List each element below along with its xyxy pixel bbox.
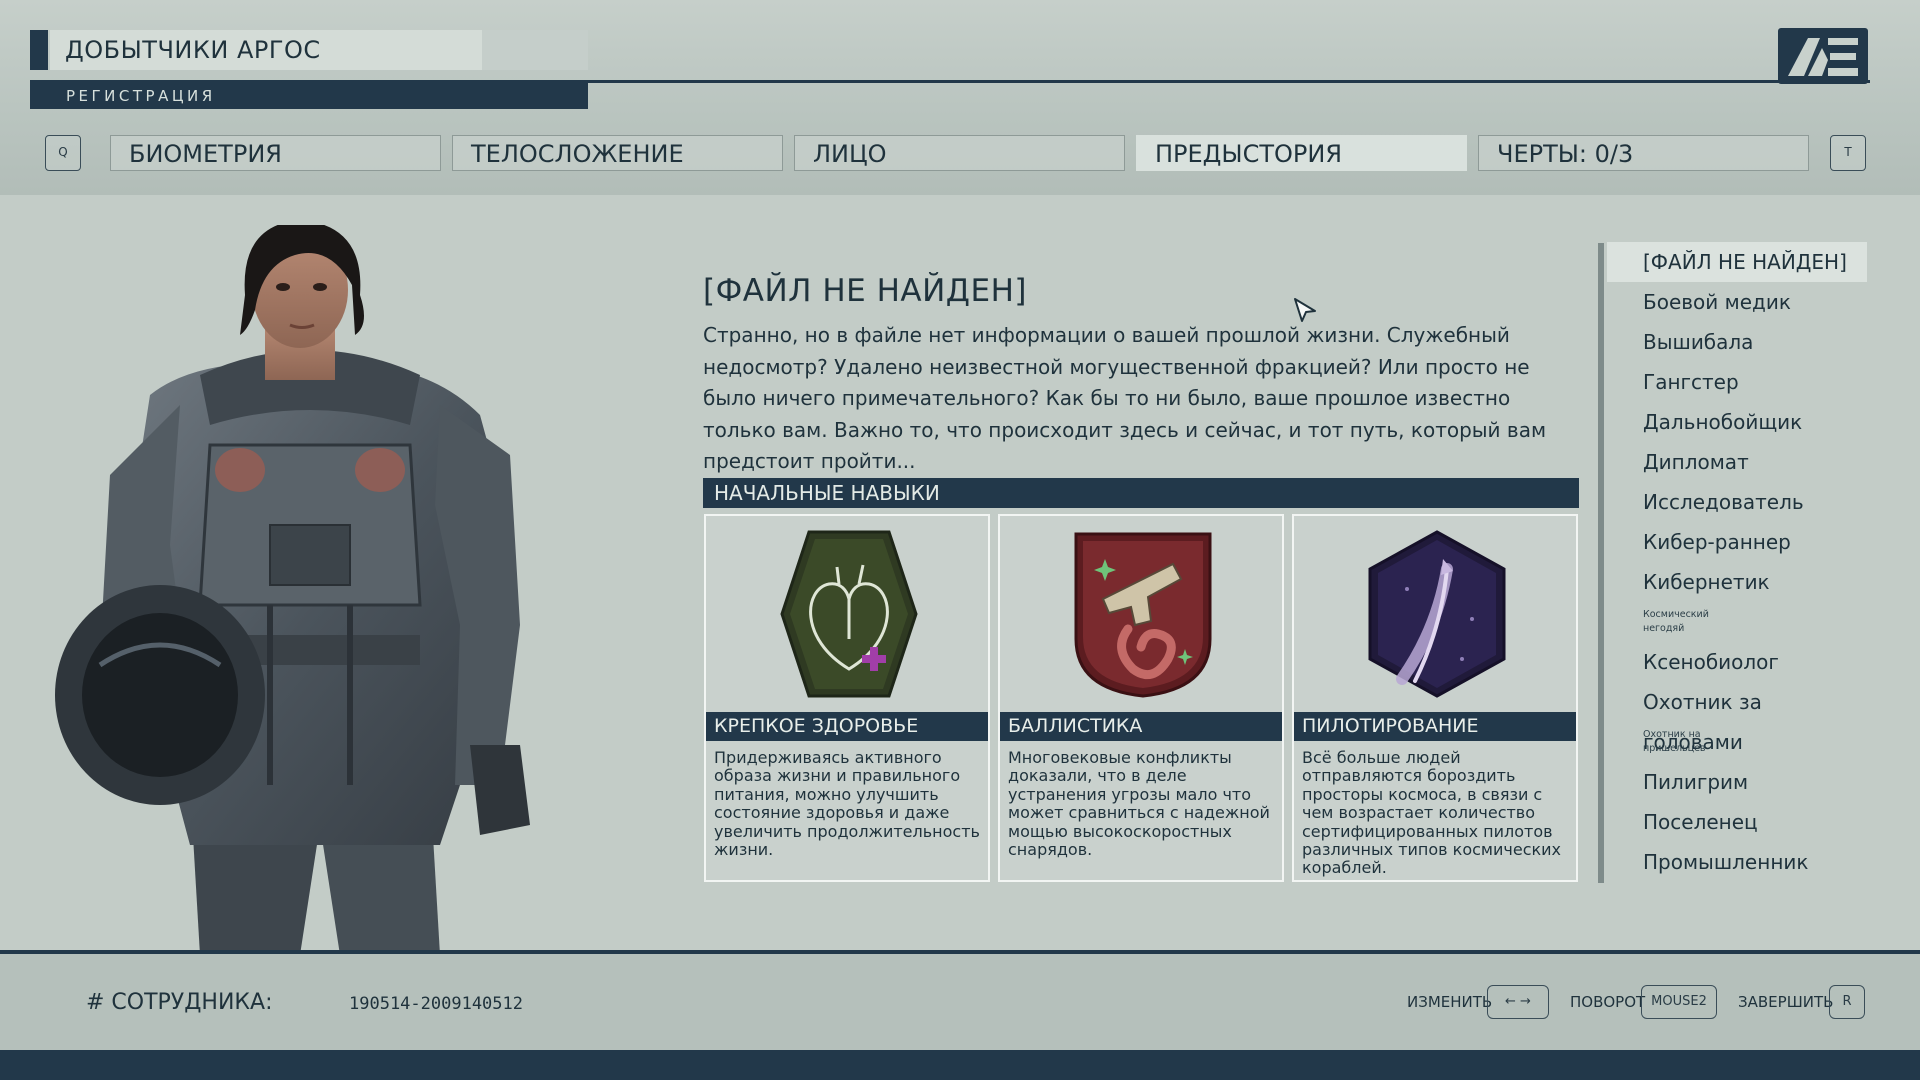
skill-description: Всё больше людей отправляются бороздить … <box>1302 748 1562 878</box>
skill-name: БАЛЛИСТИКА <box>1000 712 1282 741</box>
background-description: Странно, но в файле нет информации о ваш… <box>703 323 1547 473</box>
skill-card-piloting[interactable]: ПИЛОТИРОВАНИЕ Всё больше людей отправляю… <box>1292 514 1578 882</box>
list-item[interactable]: Боевой медик <box>1607 282 1867 322</box>
background-list: [ФАЙЛ НЕ НАЙДЕН] Боевой медик Вышибала Г… <box>1607 242 1867 882</box>
skill-card-fitness[interactable]: КРЕПКОЕ ЗДОРОВЬЕ Придерживаясь активного… <box>704 514 990 882</box>
skill-description: Придерживаясь активного образа жизни и п… <box>714 748 980 860</box>
finish-hint-label: ЗАВЕРШИТЬ <box>1738 993 1834 1011</box>
tab-body[interactable]: ТЕЛОСЛОЖЕНИЕ <box>452 135 783 171</box>
list-item[interactable]: Вышибала <box>1607 322 1867 362</box>
company-name: ДОБЫТЧИКИ АРГОС <box>50 30 482 70</box>
employee-number-label: # СОТРУДНИКА: <box>86 990 273 1015</box>
change-hint-label: ИЗМЕНИТЬ <box>1407 993 1493 1011</box>
mouse-cursor-icon <box>1294 298 1316 322</box>
footer-strip <box>0 1050 1920 1080</box>
list-item[interactable]: Кибернетик <box>1607 562 1867 602</box>
list-item[interactable]: Гангстер <box>1607 362 1867 402</box>
rotate-hint-label: ПОВОРОТ <box>1570 993 1646 1011</box>
rocket-trail-badge-icon <box>1368 530 1506 698</box>
change-arrows-key[interactable]: ← → <box>1487 985 1549 1019</box>
list-item-label: Космический негодяй <box>1643 609 1709 634</box>
next-tab-key-t[interactable]: T <box>1830 135 1866 171</box>
background-title: [ФАЙЛ НЕ НАЙДЕН] <box>703 273 1028 309</box>
list-item[interactable]: Дальнобойщик <box>1607 402 1867 442</box>
list-item[interactable]: Охотник за головами <box>1607 682 1867 754</box>
character-model[interactable] <box>40 225 580 955</box>
tab-background[interactable]: ПРЕДЫСТОРИЯ <box>1136 135 1467 171</box>
list-item[interactable]: Ксенобиолог <box>1607 642 1867 682</box>
starting-skills-header: НАЧАЛЬНЫЕ НАВЫКИ <box>703 478 1579 508</box>
tab-biometrics[interactable]: БИОМЕТРИЯ <box>110 135 441 171</box>
company-name-extension <box>482 30 588 70</box>
list-item[interactable]: Исследователь <box>1607 482 1867 522</box>
header-accent-stripe <box>30 30 48 70</box>
skill-description: Многовековые конфликты доказали, что в д… <box>1008 748 1270 860</box>
list-item[interactable]: Промышленник <box>1607 842 1867 882</box>
list-item[interactable]: Кибер-раннер <box>1607 522 1867 562</box>
list-item[interactable]: Дипломат <box>1607 442 1867 482</box>
list-item[interactable]: Космический негодяй <box>1607 602 1867 642</box>
background-list-scrollbar[interactable] <box>1598 243 1604 883</box>
finish-r-key[interactable]: R <box>1829 985 1865 1019</box>
list-item-file-not-found[interactable]: [ФАЙЛ НЕ НАЙДЕН] <box>1607 242 1867 282</box>
tab-face[interactable]: ЛИЦО <box>794 135 1125 171</box>
prev-tab-key-q[interactable]: Q <box>45 135 81 171</box>
constellation-logo-icon <box>1778 28 1868 84</box>
pistol-badge-icon <box>1074 532 1212 698</box>
list-item[interactable]: Пилигрим <box>1607 762 1867 802</box>
list-item[interactable]: Поселенец <box>1607 802 1867 842</box>
heart-badge-icon <box>780 530 918 698</box>
skill-card-ballistics[interactable]: БАЛЛИСТИКА Многовековые конфликты доказа… <box>998 514 1284 882</box>
rotate-mouse2-key[interactable]: MOUSE2 <box>1641 985 1717 1019</box>
skill-name: ПИЛОТИРОВАНИЕ <box>1294 712 1576 741</box>
employee-number-value: 190514-2009140512 <box>349 994 523 1014</box>
registration-label: РЕГИСТРАЦИЯ <box>30 83 588 109</box>
skill-name: КРЕПКОЕ ЗДОРОВЬЕ <box>706 712 988 741</box>
tab-traits[interactable]: ЧЕРТЫ: 0/3 <box>1478 135 1809 171</box>
